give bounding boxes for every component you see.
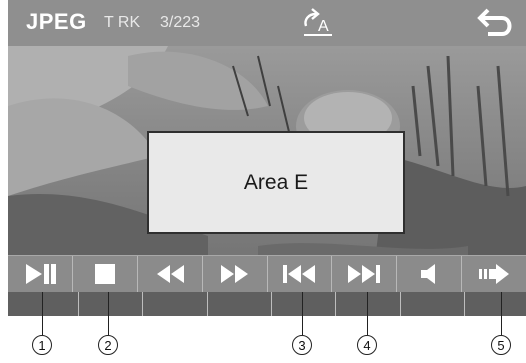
callout-leader — [108, 292, 109, 335]
area-label: Area E — [243, 170, 309, 194]
player-screen: JPEG T RK 3/223 A Area E — [8, 0, 526, 316]
repeat-all-icon: A — [304, 8, 332, 36]
fast-rewind-icon — [156, 265, 184, 283]
area-e-box: Area E — [147, 131, 405, 234]
stop-button[interactable] — [73, 256, 138, 292]
repeat-button[interactable]: A — [298, 6, 342, 40]
svg-text:A: A — [318, 18, 329, 35]
play-pause-icon — [25, 264, 56, 284]
callout-leader — [42, 292, 43, 335]
fast-forward-icon — [220, 265, 248, 283]
strip-divider — [335, 292, 336, 316]
callout-leader — [501, 292, 502, 335]
slideshow-icon — [479, 264, 510, 284]
volume-icon — [421, 264, 436, 284]
fast-rewind-button[interactable] — [138, 256, 203, 292]
callout-leader — [302, 292, 303, 335]
seek-strip — [8, 292, 526, 316]
slideshow-button[interactable] — [462, 256, 526, 292]
fast-forward-button[interactable] — [203, 256, 268, 292]
next-track-icon — [348, 265, 381, 283]
stop-icon — [94, 264, 115, 284]
strip-divider — [78, 292, 79, 316]
next-track-button[interactable] — [332, 256, 398, 292]
control-bar — [8, 255, 526, 293]
strip-divider — [464, 292, 465, 316]
track-counter: 3/223 — [160, 14, 201, 31]
callout-2: 2 — [98, 335, 118, 355]
callout-1: 1 — [32, 335, 52, 355]
top-bar: JPEG T RK 3/223 A — [8, 0, 526, 46]
volume-button[interactable] — [397, 256, 463, 292]
back-button[interactable] — [472, 6, 518, 40]
strip-divider — [271, 292, 272, 316]
previous-track-button[interactable] — [268, 256, 333, 292]
callout-leader — [367, 292, 368, 335]
strip-divider — [142, 292, 143, 316]
format-label: JPEG — [26, 9, 87, 34]
track-label: T RK — [104, 14, 141, 31]
previous-track-icon — [283, 265, 316, 283]
callout-3: 3 — [292, 335, 312, 355]
callout-4: 4 — [357, 335, 377, 355]
back-arrow-icon — [477, 8, 512, 36]
callout-5: 5 — [491, 335, 511, 355]
strip-divider — [400, 292, 401, 316]
strip-divider — [207, 292, 208, 316]
play-pause-button[interactable] — [8, 256, 73, 292]
